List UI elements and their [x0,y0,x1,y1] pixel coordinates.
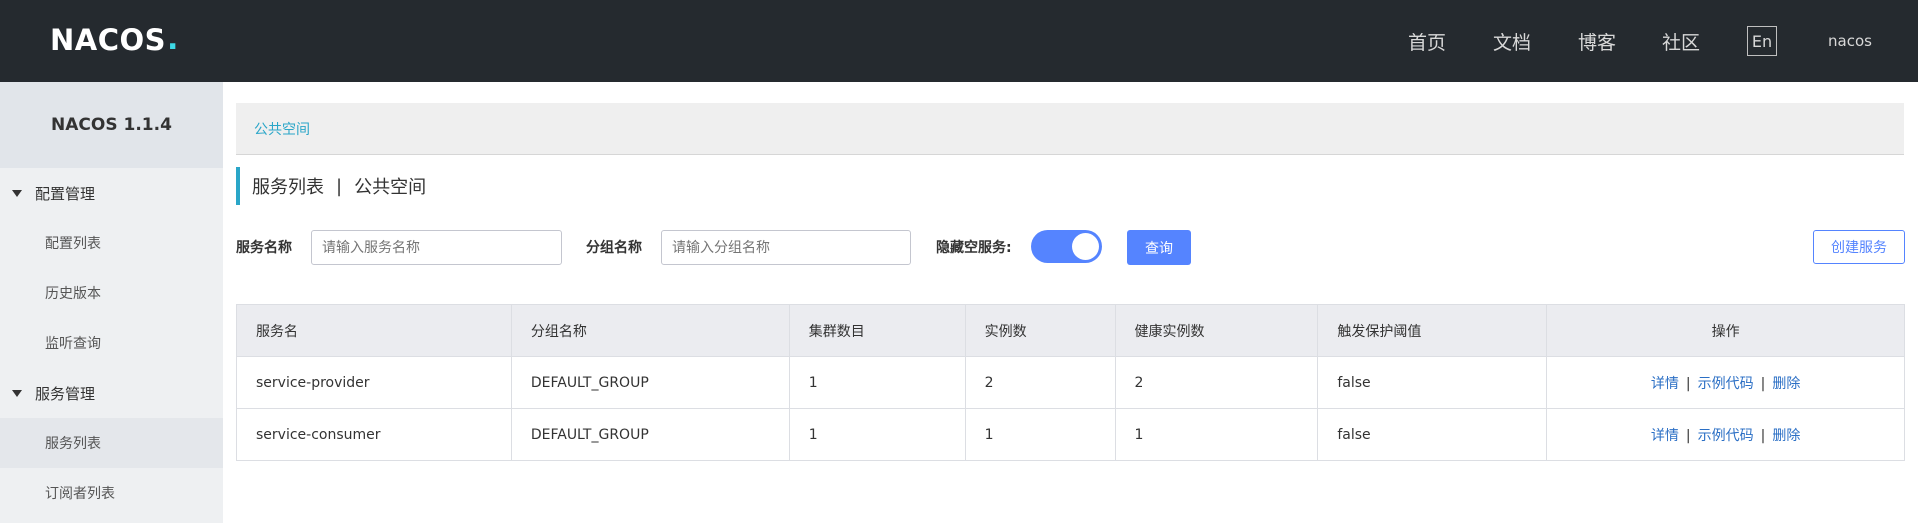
menu-group-label: 配置管理 [35,184,96,203]
top-header: NACOS. 首页 文档 博客 社区 En nacos [0,0,1918,82]
action-separator: | [1685,427,1691,444]
menu-group-label: 服务管理 [35,384,96,403]
service-name-input[interactable] [311,230,562,265]
cell-healthy-count: 1 [1114,408,1319,461]
detail-link[interactable]: 详情 [1651,376,1679,392]
detail-link[interactable]: 详情 [1651,428,1679,444]
nav-community[interactable]: 社区 [1662,0,1700,82]
toggle-knob [1072,233,1099,260]
column-header: 服务名 [236,304,512,357]
title-separator: | [336,175,343,197]
column-header: 分组名称 [510,304,790,357]
delete-link[interactable]: 删除 [1772,428,1800,444]
cell-instance-count: 1 [964,408,1116,461]
column-header: 集群数目 [788,304,966,357]
cell-service-name: service-provider [236,356,512,409]
group-name-label: 分组名称 [586,240,642,256]
sample-code-link[interactable]: 示例代码 [1698,428,1754,444]
cell-actions: 详情 | 示例代码 | 删除 [1546,408,1905,461]
table-header-row: 服务名 分组名称 集群数目 实例数 健康实例数 触发保护阈值 操作 [236,304,1905,357]
column-header: 健康实例数 [1114,304,1319,357]
action-separator: | [1760,375,1766,392]
breadcrumb-namespace[interactable]: 公共空间 [254,119,310,139]
sample-code-link[interactable]: 示例代码 [1698,376,1754,392]
sidebar-version: NACOS 1.1.4 [0,82,223,168]
create-service-button[interactable]: 创建服务 [1813,230,1905,264]
group-name-input[interactable] [661,230,911,265]
column-header: 实例数 [964,304,1116,357]
service-name-label: 服务名称 [236,240,292,256]
query-button[interactable]: 查询 [1127,230,1191,265]
sidebar-item-listener-query[interactable]: 监听查询 [0,318,223,368]
page-title-namespace: 公共空间 [354,177,427,198]
sidebar-item-config-list[interactable]: 配置列表 [0,218,223,268]
service-table: 服务名 分组名称 集群数目 实例数 健康实例数 触发保护阈值 操作 servic… [236,304,1905,461]
table-row: service-provider DEFAULT_GROUP 1 2 2 fal… [236,356,1905,409]
action-separator: | [1685,375,1691,392]
cell-protect-threshold: false [1317,408,1548,461]
cell-instance-count: 2 [964,356,1116,409]
language-toggle-button[interactable]: En [1747,26,1777,56]
action-separator: | [1760,427,1766,444]
column-header: 操作 [1546,304,1905,357]
nav-blog[interactable]: 博客 [1578,0,1616,82]
caret-down-icon [12,189,22,197]
cell-service-name: service-consumer [236,408,512,461]
table-row: service-consumer DEFAULT_GROUP 1 1 1 fal… [236,408,1905,461]
nav-docs[interactable]: 文档 [1493,0,1531,82]
cell-group-name: DEFAULT_GROUP [510,408,790,461]
cell-group-name: DEFAULT_GROUP [510,356,790,409]
hide-empty-label: 隐藏空服务: [936,240,1012,256]
breadcrumb: 公共空间 [236,103,1904,155]
sidebar: NACOS 1.1.4 配置管理 配置列表 历史版本 监听查询 服务管理 服务列… [0,82,223,523]
user-menu[interactable]: nacos [1828,0,1872,82]
sidebar-item-service-list[interactable]: 服务列表 [0,418,223,468]
nacos-logo[interactable]: NACOS. [50,22,178,58]
menu-group-config[interactable]: 配置管理 [0,168,223,218]
sidebar-item-subscriber-list[interactable]: 订阅者列表 [0,468,223,518]
page-title: 服务列表 | 公共空间 [236,167,426,205]
sidebar-item-history[interactable]: 历史版本 [0,268,223,318]
caret-down-icon [12,389,22,397]
cell-cluster-count: 1 [788,408,966,461]
menu-group-service[interactable]: 服务管理 [0,368,223,418]
column-header: 触发保护阈值 [1317,304,1548,357]
delete-link[interactable]: 删除 [1772,376,1800,392]
hide-empty-toggle[interactable] [1031,230,1102,263]
cell-protect-threshold: false [1317,356,1548,409]
cell-actions: 详情 | 示例代码 | 删除 [1546,356,1905,409]
cell-cluster-count: 1 [788,356,966,409]
cell-healthy-count: 2 [1114,356,1319,409]
nav-home[interactable]: 首页 [1408,0,1446,82]
page-title-main: 服务列表 [252,177,324,198]
